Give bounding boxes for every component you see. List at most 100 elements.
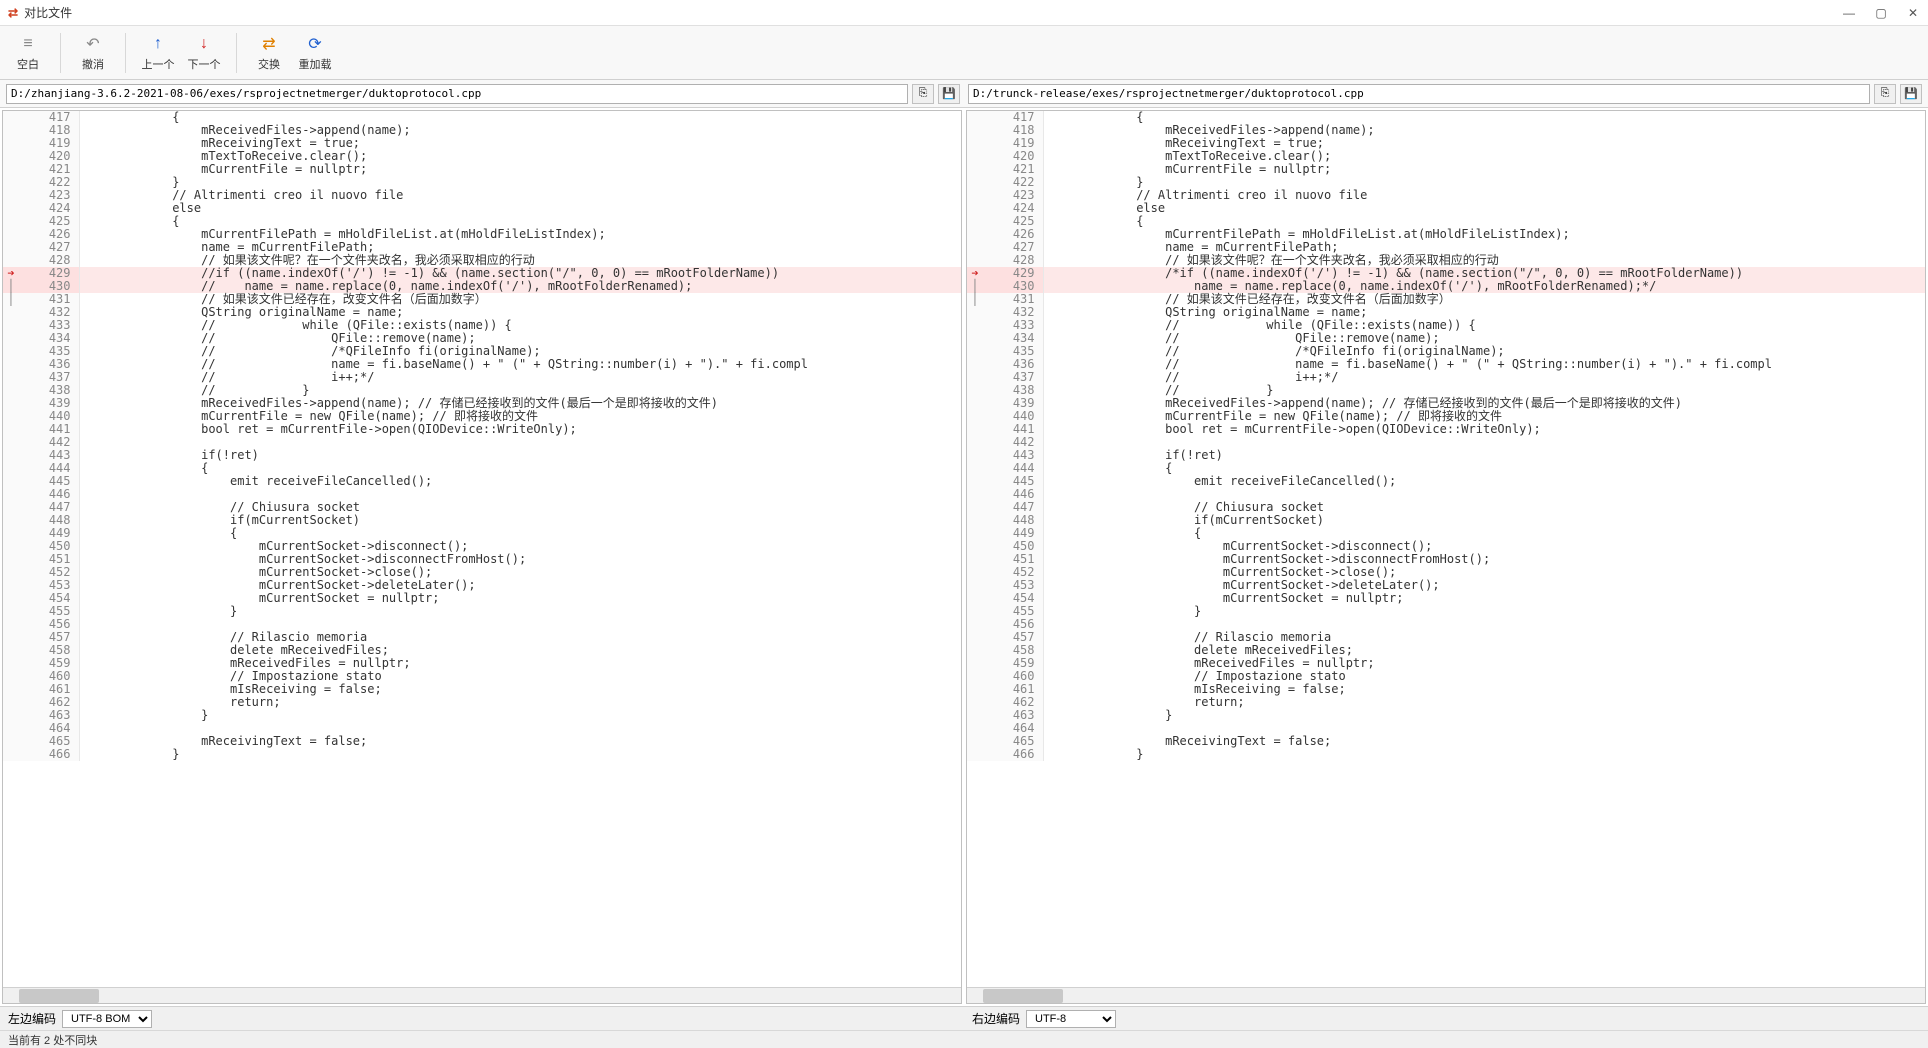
diff-marker xyxy=(967,618,983,631)
diff-marker xyxy=(3,371,19,384)
diff-marker xyxy=(3,124,19,137)
diff-marker xyxy=(3,462,19,475)
diff-marker xyxy=(3,358,19,371)
diff-marker xyxy=(967,410,983,423)
left-path-input[interactable] xyxy=(6,84,908,104)
diff-marker xyxy=(3,566,19,579)
swap-label: 交换 xyxy=(258,56,280,72)
maximize-button[interactable]: ▢ xyxy=(1874,6,1888,20)
code-text: return; xyxy=(79,696,961,709)
diff-marker xyxy=(3,735,19,748)
code-text: } xyxy=(1043,748,1925,761)
scrollbar-thumb[interactable] xyxy=(983,989,1063,1003)
left-encoding-select[interactable]: UTF-8 BOM xyxy=(62,1010,152,1028)
diff-marker xyxy=(967,566,983,579)
encoding-row: 左边编码 UTF-8 BOM 右边编码 UTF-8 xyxy=(0,1006,1928,1030)
code-line[interactable]: 455 } xyxy=(967,605,1925,618)
diff-marker xyxy=(3,501,19,514)
left-code-table: 417 {418 mReceivedFiles->append(name);41… xyxy=(3,111,961,761)
right-encoding-select[interactable]: UTF-8 xyxy=(1026,1010,1116,1028)
diff-marker xyxy=(967,514,983,527)
code-text: } xyxy=(1043,709,1925,722)
code-text: bool ret = mCurrentFile->open(QIODevice:… xyxy=(79,423,961,436)
code-text: mCurrentFile = nullptr; xyxy=(79,163,961,176)
minimize-button[interactable]: — xyxy=(1842,6,1856,20)
toolbar-separator xyxy=(125,33,126,73)
code-text: mCurrentFile = nullptr; xyxy=(1043,163,1925,176)
swap-button[interactable]: ⇄ 交换 xyxy=(251,34,287,72)
left-editor[interactable]: 417 {418 mReceivedFiles->append(name);41… xyxy=(2,110,962,1004)
diff-marker xyxy=(967,397,983,410)
diff-marker xyxy=(3,163,19,176)
code-line[interactable]: 441 bool ret = mCurrentFile->open(QIODev… xyxy=(967,423,1925,436)
toolbar-separator xyxy=(60,33,61,73)
code-line[interactable]: 445 emit receiveFileCancelled(); xyxy=(967,475,1925,488)
prev-diff-button[interactable]: ↑ 上一个 xyxy=(140,34,176,72)
reload-button[interactable]: ⟳ 重加载 xyxy=(297,34,333,72)
diff-marker xyxy=(3,189,19,202)
left-hscroll[interactable] xyxy=(3,987,961,1003)
code-text: // Altrimenti creo il nuovo file xyxy=(1043,189,1925,202)
diff-marker xyxy=(3,241,19,254)
blank-button[interactable]: ≡ 空白 xyxy=(10,34,46,72)
next-diff-button[interactable]: ↓ 下一个 xyxy=(186,34,222,72)
code-line[interactable]: 441 bool ret = mCurrentFile->open(QIODev… xyxy=(3,423,961,436)
toolbar: ≡ 空白 ↶ 撤消 ↑ 上一个 ↓ 下一个 ⇄ 交换 ⟳ 重加载 xyxy=(0,26,1928,80)
diff-marker xyxy=(967,111,983,124)
code-text: else xyxy=(79,202,961,215)
code-line[interactable]: 466 } xyxy=(3,748,961,761)
left-copy-button[interactable]: ⎘ xyxy=(912,84,934,104)
code-text: } xyxy=(79,709,961,722)
diff-marker xyxy=(3,345,19,358)
diff-marker xyxy=(3,670,19,683)
right-path-input[interactable] xyxy=(968,84,1870,104)
diff-marker xyxy=(967,592,983,605)
window-controls: — ▢ ✕ xyxy=(1842,6,1920,20)
code-line[interactable]: 466 } xyxy=(967,748,1925,761)
code-text: else xyxy=(1043,202,1925,215)
diff-marker xyxy=(967,501,983,514)
diff-marker xyxy=(3,657,19,670)
diff-marker xyxy=(967,488,983,501)
code-line[interactable]: 455 } xyxy=(3,605,961,618)
left-save-button[interactable]: 💾 xyxy=(938,84,960,104)
left-code-scroll[interactable]: 417 {418 mReceivedFiles->append(name);41… xyxy=(3,111,961,987)
right-path-group: ⎘ 💾 xyxy=(968,84,1922,104)
undo-button[interactable]: ↶ 撤消 xyxy=(75,34,111,72)
blank-label: 空白 xyxy=(17,56,39,72)
diff-marker xyxy=(3,514,19,527)
prev-label: 上一个 xyxy=(142,56,175,72)
diff-marker xyxy=(967,150,983,163)
code-line[interactable]: 463 } xyxy=(967,709,1925,722)
diff-marker xyxy=(967,579,983,592)
left-encoding-label: 左边编码 xyxy=(8,1010,56,1027)
diff-marker xyxy=(3,696,19,709)
diff-marker xyxy=(3,475,19,488)
copy-icon: ⎘ xyxy=(1881,87,1890,100)
code-text: if(!ret) xyxy=(1043,449,1925,462)
right-copy-button[interactable]: ⎘ xyxy=(1874,84,1896,104)
code-line[interactable]: 445 emit receiveFileCancelled(); xyxy=(3,475,961,488)
close-button[interactable]: ✕ xyxy=(1906,6,1920,20)
app-icon: ⇄ xyxy=(8,6,18,20)
right-hscroll[interactable] xyxy=(967,987,1925,1003)
diff-marker xyxy=(967,540,983,553)
diff-marker xyxy=(3,176,19,189)
diff-marker xyxy=(967,241,983,254)
diff-marker xyxy=(967,527,983,540)
code-line[interactable]: 463 } xyxy=(3,709,961,722)
toolbar-separator xyxy=(236,33,237,73)
diff-marker xyxy=(3,449,19,462)
diff-marker xyxy=(3,618,19,631)
right-editor[interactable]: 417 {418 mReceivedFiles->append(name);41… xyxy=(966,110,1926,1004)
diff-marker xyxy=(967,228,983,241)
right-save-button[interactable]: 💾 xyxy=(1900,84,1922,104)
diff-marker xyxy=(3,215,19,228)
blank-icon: ≡ xyxy=(23,34,32,54)
right-code-scroll[interactable]: 417 {418 mReceivedFiles->append(name);41… xyxy=(967,111,1925,987)
diff-marker xyxy=(967,345,983,358)
scrollbar-thumb[interactable] xyxy=(19,989,99,1003)
code-text: } xyxy=(1043,605,1925,618)
code-text: mReceivingText = false; xyxy=(1043,735,1925,748)
diff-marker xyxy=(3,540,19,553)
